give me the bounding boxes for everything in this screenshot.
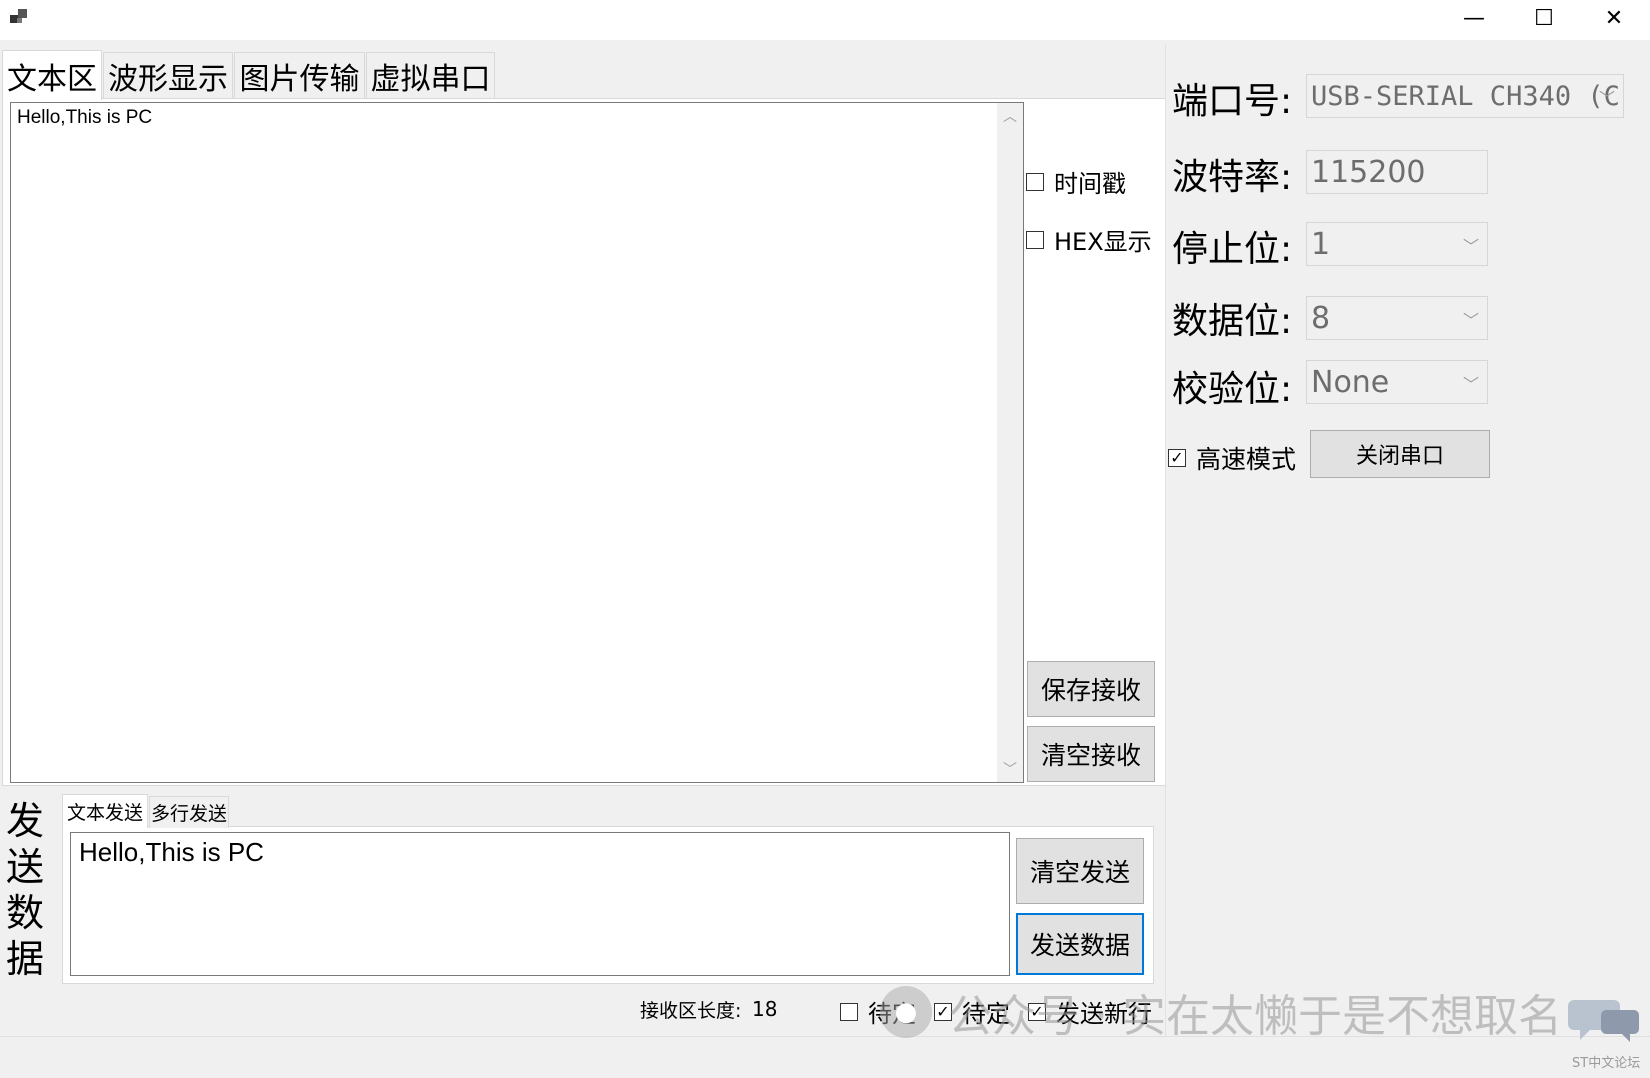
- baud-rate-label: 波特率:: [1172, 157, 1293, 198]
- checkbox-unchecked-icon: [1026, 172, 1044, 191]
- scroll-down-icon[interactable]: ﹀: [997, 756, 1023, 782]
- close-port-button[interactable]: 关闭串口: [1310, 430, 1490, 478]
- send-data-button[interactable]: 发送数据: [1016, 913, 1144, 975]
- watermark-text: 公众号 · 实在太懒于是不想取名: [948, 991, 1562, 1042]
- app-icon: [8, 6, 30, 28]
- baud-rate-value: 115200: [1311, 154, 1426, 190]
- stop-bits-value: 1: [1311, 226, 1331, 262]
- baud-rate-input[interactable]: 115200: [1306, 150, 1488, 194]
- chevron-down-icon: ﹀: [1462, 375, 1479, 394]
- receive-scrollbar[interactable]: ︿ ﹀: [997, 103, 1023, 782]
- receive-textarea[interactable]: Hello,This is PC ︿ ﹀: [10, 102, 1024, 783]
- tab-text-send[interactable]: 文本发送: [62, 794, 148, 828]
- tab-virtual-serial[interactable]: 虚拟串口: [366, 52, 495, 98]
- data-bits-label: 数据位:: [1172, 301, 1293, 342]
- timestamp-label: 时间戳: [1054, 170, 1126, 198]
- hex-display-checkbox[interactable]: HEX显示: [1026, 222, 1152, 257]
- tab-image-transfer[interactable]: 图片传输: [234, 52, 365, 98]
- clear-receive-button[interactable]: 清空接收: [1027, 726, 1155, 782]
- tab-multiline-send[interactable]: 多行发送: [149, 796, 229, 828]
- stop-bits-label: 停止位:: [1172, 229, 1293, 270]
- port-select[interactable]: USB-SERIAL CH340 (C ﹀: [1306, 74, 1624, 118]
- forum-logo-text: ST中文论坛: [1572, 1056, 1641, 1071]
- parity-select[interactable]: None ﹀: [1306, 360, 1488, 404]
- minimize-button[interactable]: —: [1438, 0, 1510, 36]
- save-receive-button[interactable]: 保存接收: [1027, 661, 1155, 717]
- watermark: ● 公众号 · 实在太懒于是不想取名: [880, 980, 1562, 1044]
- scroll-up-icon[interactable]: ︿: [997, 103, 1023, 129]
- port-label: 端口号:: [1172, 81, 1293, 122]
- tab-waveform[interactable]: 波形显示: [103, 52, 233, 98]
- port-value: USB-SERIAL CH340 (C: [1311, 80, 1620, 112]
- checkbox-unchecked-icon: [1026, 230, 1044, 249]
- receive-length-label: 接收区长度:: [640, 1000, 742, 1022]
- stop-bits-select[interactable]: 1 ﹀: [1306, 222, 1488, 266]
- chevron-down-icon: ﹀: [1462, 311, 1479, 330]
- parity-value: None: [1311, 364, 1390, 400]
- tab-text-area[interactable]: 文本区: [2, 50, 102, 100]
- hex-display-label: HEX显示: [1054, 228, 1152, 256]
- title-bar: [0, 0, 1650, 40]
- chevron-down-icon: ﹀: [1462, 237, 1479, 256]
- timestamp-checkbox[interactable]: 时间戳: [1026, 164, 1126, 199]
- receive-length-value: 18: [752, 997, 778, 1021]
- data-bits-value: 8: [1311, 300, 1331, 336]
- high-speed-label: 高速模式: [1196, 445, 1297, 474]
- chevron-down-icon: ﹀: [1598, 89, 1615, 108]
- data-bits-select[interactable]: 8 ﹀: [1306, 296, 1488, 340]
- send-section-label: 发送数据: [6, 799, 45, 981]
- checkbox-checked-icon: ✓: [1168, 449, 1186, 467]
- send-textarea[interactable]: Hello,This is PC: [70, 832, 1010, 976]
- maximize-button[interactable]: ☐: [1508, 0, 1580, 36]
- high-speed-checkbox[interactable]: ✓ 高速模式: [1168, 440, 1296, 476]
- clear-send-button[interactable]: 清空发送: [1016, 838, 1144, 904]
- receive-text: Hello,This is PC: [17, 107, 153, 128]
- close-button[interactable]: ✕: [1578, 0, 1650, 36]
- wechat-logo-icon: ●: [880, 986, 932, 1038]
- checkbox-unchecked-icon: [840, 1002, 858, 1021]
- parity-label: 校验位:: [1172, 369, 1293, 410]
